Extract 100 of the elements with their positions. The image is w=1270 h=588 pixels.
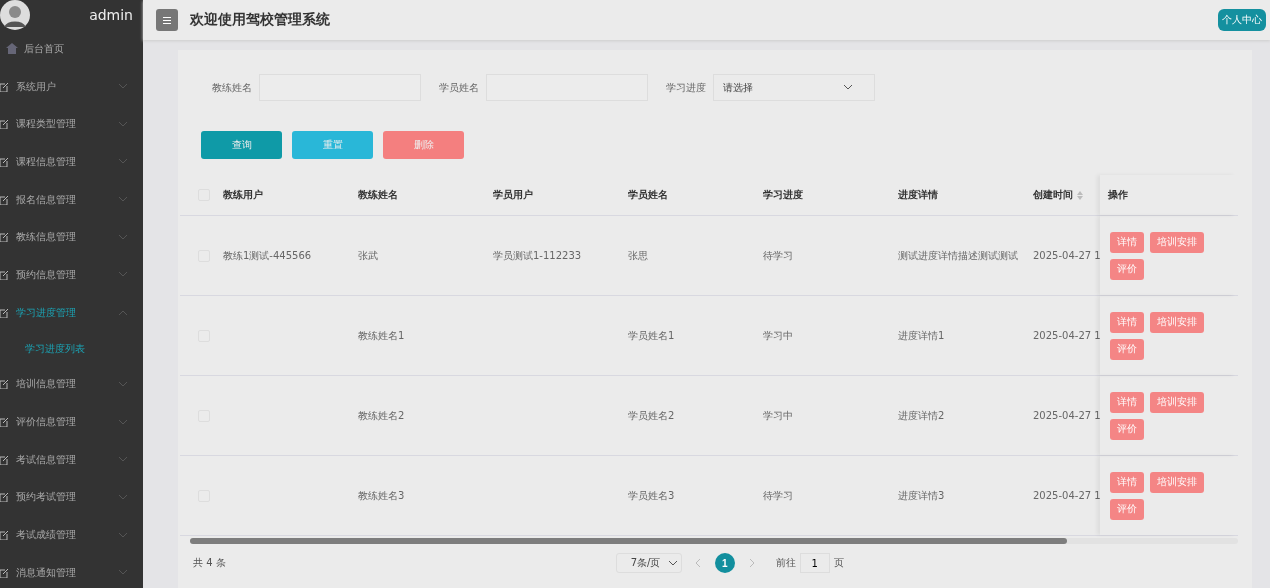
menu-item[interactable]: 考试成绩管理 (0, 516, 143, 554)
edit-icon (0, 379, 8, 390)
table-cell-text: 教练1测试-445566 (223, 248, 313, 263)
page-size-select[interactable]: 7条/页 (615, 553, 682, 573)
submenu-item[interactable]: 学习进度列表 (0, 331, 143, 366)
chevron-icon (119, 272, 127, 278)
row-action-button[interactable]: 详情 (1110, 311, 1144, 333)
menu-item[interactable]: 培训信息管理 (0, 365, 143, 404)
menu-item[interactable]: 教练信息管理 (0, 218, 143, 257)
edit-icon (0, 530, 8, 541)
table-cell-text: 测试进度详情描述测试测试 (898, 248, 1019, 263)
row-action-button[interactable]: 培训安排 (1150, 231, 1204, 253)
prev-icon[interactable] (695, 559, 701, 567)
table-cell-text: 学习中 (763, 408, 794, 423)
menu-label: 教练信息管理 (16, 230, 77, 245)
filter-label: 学习进度 (666, 80, 706, 95)
menu-item[interactable]: 报名信息管理 (0, 180, 143, 219)
table-cell-text: 进度详情1 (898, 328, 946, 343)
table-cell: 2025-04-27 1 (1033, 410, 1100, 421)
row-action-button[interactable]: 详情 (1110, 231, 1144, 253)
edit-icon (0, 269, 8, 280)
menu-label: 系统用户 (16, 79, 57, 94)
column-header: 操作 (1100, 175, 1236, 215)
home-icon (6, 43, 18, 55)
row-action-button[interactable]: 培训安排 (1150, 391, 1204, 413)
table-cell-text: 教练姓名2 (358, 408, 406, 423)
edit-icon (0, 232, 8, 243)
chevron-icon (668, 560, 677, 566)
row-action-button[interactable]: 评价 (1110, 498, 1144, 520)
column-header: 学员姓名 (628, 188, 669, 202)
menu-item[interactable]: 学习进度管理 (0, 293, 143, 332)
profile-button[interactable]: 个人中心 (1218, 9, 1266, 31)
table-cell-text: 教练姓名1 (358, 328, 406, 343)
select-field[interactable]: 请选择 (713, 74, 875, 101)
goto-label: 前往 (775, 556, 796, 570)
table-cell-text: 学员姓名1 (628, 328, 676, 343)
menu-label: 学习进度管理 (16, 305, 77, 320)
table-cell-text: 待学习 (763, 248, 794, 263)
action-button[interactable]: 删除 (383, 131, 464, 159)
row-action-button[interactable]: 评价 (1110, 418, 1144, 440)
menu-label: 考试信息管理 (16, 452, 77, 467)
menu-label: 课程类型管理 (16, 117, 77, 132)
table-cell-text: 进度详情3 (898, 488, 946, 503)
edit-icon (0, 119, 8, 130)
chevron-icon (119, 457, 127, 463)
table-cell-text: 待学习 (763, 488, 794, 503)
edit-icon (0, 417, 8, 428)
menu-label: 报名信息管理 (16, 192, 77, 207)
chevron-icon (844, 85, 852, 90)
menu-item[interactable]: 评价信息管理 (0, 403, 143, 441)
table-cell-text: 张思 (628, 248, 649, 263)
column-header: 进度详情 (898, 188, 939, 202)
chevron-icon (119, 84, 127, 90)
username: admin (89, 7, 133, 23)
chevron-icon (119, 570, 127, 576)
edit-icon (0, 567, 8, 578)
row-action-button[interactable]: 评价 (1110, 258, 1144, 280)
sort-icon[interactable] (1077, 190, 1083, 200)
edit-icon (0, 156, 8, 167)
menu-item[interactable]: 课程类型管理 (0, 105, 143, 144)
row-action-button[interactable]: 详情 (1110, 471, 1144, 493)
table-cell-text: 学员姓名2 (628, 408, 676, 423)
page-button[interactable]: 1 (714, 553, 735, 573)
row-action-button[interactable]: 培训安排 (1150, 311, 1204, 333)
menu-item[interactable]: 预约信息管理 (0, 256, 143, 294)
menu-item[interactable]: 消息通知管理 (0, 553, 143, 588)
chevron-icon (119, 310, 127, 316)
menu-button[interactable] (156, 9, 178, 31)
menu-label: 后台首页 (24, 41, 65, 56)
filter-label: 教练姓名 (212, 80, 252, 95)
page-title: 欢迎使用驾校管理系统 (190, 11, 331, 29)
table-cell-text: 张武 (358, 248, 379, 263)
menu-item[interactable]: 预约考试管理 (0, 478, 143, 517)
table-cell: 2025-04-27 1 (1033, 250, 1100, 261)
avatar (0, 0, 30, 30)
menu-label: 评价信息管理 (16, 415, 77, 430)
menu-label: 考试成绩管理 (16, 528, 77, 543)
menu-item[interactable]: 后台首页 (0, 30, 143, 68)
filter-label: 学员姓名 (439, 80, 479, 95)
table-cell-text: 学员测试1-112233 (493, 248, 583, 263)
page-input[interactable]: 1 (799, 553, 830, 573)
row-action-button[interactable]: 详情 (1110, 391, 1144, 413)
row-action-button[interactable]: 培训安排 (1150, 471, 1204, 493)
edit-icon (0, 194, 8, 205)
chevron-icon (119, 532, 127, 538)
next-icon[interactable] (748, 559, 754, 567)
total-count: 共 4 条 (193, 556, 226, 570)
action-button[interactable]: 查询 (201, 131, 282, 159)
edit-icon (0, 307, 8, 318)
menu-item[interactable]: 课程信息管理 (0, 143, 143, 181)
table-cell-text: 进度详情2 (898, 408, 946, 423)
column-header: 学员用户 (493, 188, 534, 202)
menu-item[interactable]: 考试信息管理 (0, 440, 143, 479)
menu-label: 课程信息管理 (16, 154, 77, 169)
menu-item[interactable]: 系统用户 (0, 67, 143, 106)
edit-icon (0, 492, 8, 503)
row-action-button[interactable]: 评价 (1110, 338, 1144, 360)
menu-label: 预约考试管理 (16, 490, 77, 505)
scrollbar[interactable] (190, 538, 1238, 544)
column-header: 教练姓名 (358, 188, 399, 202)
